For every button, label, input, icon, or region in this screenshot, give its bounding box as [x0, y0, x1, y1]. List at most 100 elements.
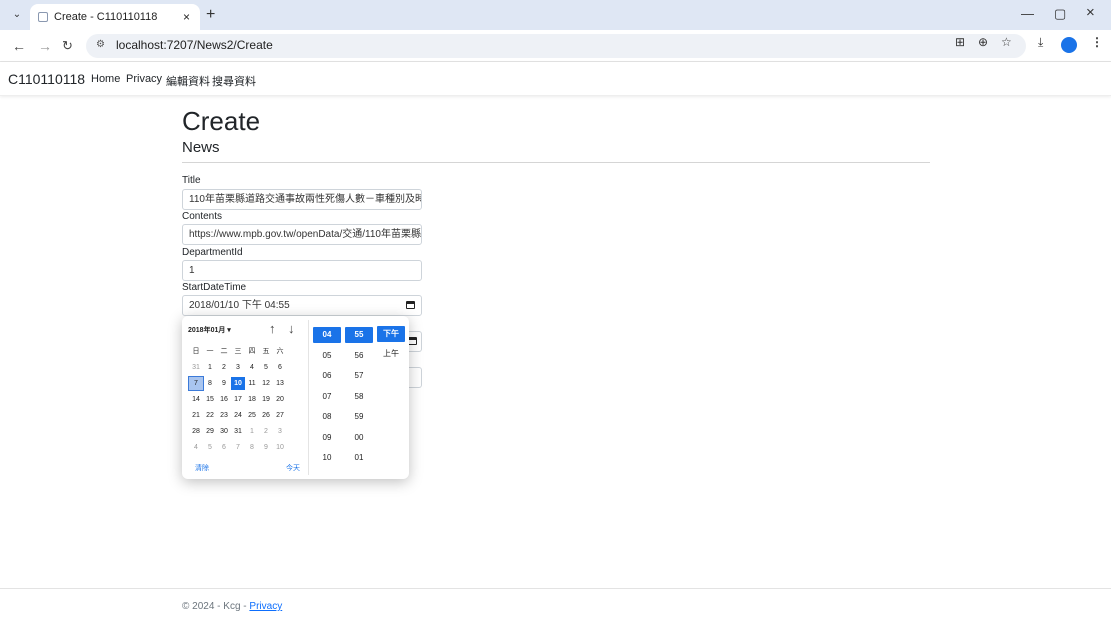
calendar-day[interactable]: 1: [245, 425, 259, 438]
calendar-day[interactable]: 19: [259, 393, 273, 406]
profile-avatar-icon[interactable]: [1061, 37, 1077, 53]
calendar-day[interactable]: 28: [189, 425, 203, 438]
hour-option[interactable]: 05: [313, 348, 341, 364]
hour-option[interactable]: 08: [313, 409, 341, 425]
zoom-icon[interactable]: ⊕: [978, 35, 988, 49]
department-input[interactable]: 1: [182, 260, 422, 281]
calendar-day[interactable]: 5: [203, 441, 217, 454]
calendar-day[interactable]: 16: [217, 393, 231, 406]
minute-option[interactable]: 57: [345, 368, 373, 384]
calendar-day[interactable]: 31: [189, 361, 203, 374]
calendar-day[interactable]: 1: [203, 361, 217, 374]
calendar-day[interactable]: 4: [245, 361, 259, 374]
ampm-option[interactable]: 下午: [377, 326, 405, 342]
weekday-header: 五: [262, 348, 270, 355]
weekday-header: 六: [276, 348, 284, 355]
calendar-day[interactable]: 2: [217, 361, 231, 374]
hour-option[interactable]: 04: [313, 327, 341, 343]
next-month-icon[interactable]: ↓: [288, 321, 295, 336]
hour-option[interactable]: 10: [313, 450, 341, 466]
calendar-day[interactable]: 5: [259, 361, 273, 374]
calendar-icon[interactable]: [406, 301, 415, 309]
calendar-day[interactable]: 23: [217, 409, 231, 422]
calendar-day[interactable]: 9: [259, 441, 273, 454]
calendar-day[interactable]: 13: [273, 377, 287, 390]
calendar-day[interactable]: 4: [189, 441, 203, 454]
today-button[interactable]: 今天: [286, 463, 300, 473]
calendar-day[interactable]: 12: [259, 377, 273, 390]
calendar-day[interactable]: 22: [203, 409, 217, 422]
calendar-day[interactable]: 9: [217, 377, 231, 390]
previous-month-icon[interactable]: ↑: [269, 321, 276, 336]
calendar-day[interactable]: 6: [273, 361, 287, 374]
new-tab-button[interactable]: +: [206, 4, 215, 26]
minute-option[interactable]: 00: [345, 430, 373, 446]
calendar-day[interactable]: 3: [273, 425, 287, 438]
calendar-day[interactable]: 24: [231, 409, 245, 422]
site-info-icon[interactable]: ⚙: [96, 39, 105, 50]
ampm-option[interactable]: 上午: [377, 346, 405, 362]
start-datetime-label: StartDateTime: [182, 282, 247, 293]
month-selector[interactable]: 2018年01月 ▾: [188, 325, 231, 335]
menu-kebab-icon[interactable]: ⋮: [1091, 35, 1103, 49]
clear-button[interactable]: 清除: [195, 463, 209, 473]
hour-option[interactable]: 06: [313, 368, 341, 384]
minimize-button[interactable]: —: [1021, 6, 1034, 21]
calendar-day[interactable]: 27: [273, 409, 287, 422]
calendar-day[interactable]: 3: [231, 361, 245, 374]
page-title: Create: [182, 106, 261, 136]
nav-link-search[interactable]: 搜尋資料: [212, 73, 256, 89]
title-input[interactable]: 110年苗栗縣道路交通事故兩性死傷人數－車種別及時序: [182, 189, 422, 210]
nav-link-privacy[interactable]: Privacy: [126, 73, 162, 85]
url-text[interactable]: localhost:7207/News2/Create: [116, 38, 273, 52]
nav-link-edit[interactable]: 編輯資料: [166, 73, 210, 89]
weekday-header: 日: [192, 348, 200, 355]
close-window-button[interactable]: ×: [1086, 4, 1095, 21]
contents-input[interactable]: https://www.mpb.gov.tw/openData/交通/110年苗…: [182, 224, 422, 245]
calendar-day[interactable]: 18: [245, 393, 259, 406]
calendar-day[interactable]: 31: [231, 425, 245, 438]
minute-option[interactable]: 58: [345, 389, 373, 405]
start-datetime-input[interactable]: 2018/01/10 下午 04:55: [182, 295, 422, 316]
reload-icon[interactable]: ↻: [62, 38, 73, 54]
minute-option[interactable]: 01: [345, 450, 373, 466]
minute-option[interactable]: 56: [345, 348, 373, 364]
hour-option[interactable]: 09: [313, 430, 341, 446]
calendar-day[interactable]: 26: [259, 409, 273, 422]
weekday-header: 四: [248, 348, 256, 355]
calendar-day[interactable]: 2: [259, 425, 273, 438]
calendar-day[interactable]: 7: [231, 441, 245, 454]
back-icon[interactable]: ←: [12, 38, 26, 54]
calendar-day[interactable]: 29: [203, 425, 217, 438]
calendar-day[interactable]: 14: [189, 393, 203, 406]
tab-close-icon[interactable]: ×: [183, 4, 190, 30]
calendar-day[interactable]: 21: [189, 409, 203, 422]
calendar-day[interactable]: 15: [203, 393, 217, 406]
calendar-icon[interactable]: [408, 337, 417, 345]
minute-option[interactable]: 55: [345, 327, 373, 343]
calendar-day[interactable]: 25: [245, 409, 259, 422]
browser-tab[interactable]: Create - C110110118 ×: [30, 4, 200, 30]
address-bar[interactable]: ⚙ localhost:7207/News2/Create: [86, 34, 1026, 58]
forward-icon[interactable]: →: [38, 38, 52, 54]
calendar-day[interactable]: 8: [203, 377, 217, 390]
calendar-day[interactable]: 7: [188, 376, 204, 391]
restore-button[interactable]: ▢: [1054, 6, 1066, 22]
calendar-day[interactable]: 11: [245, 377, 259, 390]
minute-option[interactable]: 59: [345, 409, 373, 425]
calendar-day[interactable]: 30: [217, 425, 231, 438]
calendar-day[interactable]: 17: [231, 393, 245, 406]
calendar-day[interactable]: 10: [273, 441, 287, 454]
tab-search-icon[interactable]: ⌄: [8, 6, 26, 24]
nav-link-home[interactable]: Home: [91, 73, 120, 85]
bookmark-star-icon[interactable]: ☆: [1001, 35, 1012, 49]
calendar-day[interactable]: 8: [245, 441, 259, 454]
calendar-day[interactable]: 10: [231, 377, 245, 390]
translate-icon[interactable]: ⊞: [955, 35, 965, 49]
calendar-day[interactable]: 20: [273, 393, 287, 406]
navbar-brand[interactable]: C110110118: [8, 71, 85, 87]
footer-privacy-link[interactable]: Privacy: [249, 601, 282, 612]
hour-option[interactable]: 07: [313, 389, 341, 405]
calendar-day[interactable]: 6: [217, 441, 231, 454]
download-icon[interactable]: ⤓: [1038, 35, 1043, 50]
